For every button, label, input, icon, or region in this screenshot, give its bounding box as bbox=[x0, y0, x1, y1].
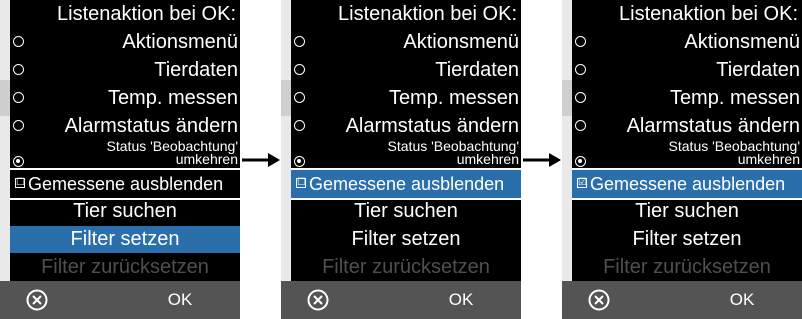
action-tier-suchen[interactable]: Tier suchen bbox=[10, 198, 240, 225]
list-action-menu: Listenaktion bei OK: Aktionsmenü Tierdat… bbox=[291, 0, 521, 281]
option-alarmstatus[interactable]: Alarmstatus ändern bbox=[10, 112, 240, 140]
action-filter-setzen[interactable]: Filter setzen bbox=[291, 226, 521, 253]
device-screen-3: Listenaktion bei OK: Aktionsmenü Tierdat… bbox=[562, 0, 802, 319]
checkbox-icon[interactable]: ☐ bbox=[296, 178, 306, 188]
option-temp-messen[interactable]: Temp. messen bbox=[572, 84, 802, 112]
option-aktionsmenue[interactable]: Aktionsmenü bbox=[10, 28, 240, 56]
option-alarmstatus[interactable]: Alarmstatus ändern bbox=[291, 112, 521, 140]
option-tierdaten[interactable]: Tierdaten bbox=[10, 56, 240, 84]
cancel-circle-icon[interactable] bbox=[307, 289, 329, 311]
action-filter-zuruecksetzen[interactable]: Filter zurücksetzen bbox=[291, 254, 521, 281]
radio-unselected-icon[interactable] bbox=[575, 36, 586, 47]
radio-unselected-icon[interactable] bbox=[294, 64, 305, 75]
option-alarmstatus[interactable]: Alarmstatus ändern bbox=[572, 112, 802, 140]
radio-unselected-icon[interactable] bbox=[13, 36, 24, 47]
status-line-2: umkehren bbox=[737, 151, 800, 167]
checkbox-gemessene-ausblenden[interactable]: ☑ Gemessene ausblenden bbox=[572, 170, 802, 198]
menu-title: Listenaktion bei OK: bbox=[57, 3, 236, 25]
list-action-menu: Listenaktion bei OK: Aktionsmenü Tierdat… bbox=[572, 0, 802, 281]
ok-button[interactable]: OK bbox=[702, 281, 782, 319]
option-temp-messen[interactable]: Temp. messen bbox=[10, 84, 240, 112]
option-aktionsmenue[interactable]: Aktionsmenü bbox=[572, 28, 802, 56]
cancel-circle-icon[interactable] bbox=[26, 289, 48, 311]
option-status-beobachtung[interactable]: Status 'Beobachtung' umkehren bbox=[572, 139, 802, 168]
status-line-2: umkehren bbox=[175, 151, 238, 167]
softkey-bar: OK bbox=[281, 281, 521, 319]
arrow-right-icon bbox=[523, 153, 561, 167]
softkey-bar: OK bbox=[0, 281, 240, 319]
radio-unselected-icon[interactable] bbox=[13, 120, 24, 131]
radio-selected-icon[interactable] bbox=[575, 156, 586, 167]
radio-selected-icon[interactable] bbox=[294, 156, 305, 167]
ok-button[interactable]: OK bbox=[140, 281, 220, 319]
status-line-2: umkehren bbox=[456, 151, 519, 167]
checkbox-checked-icon[interactable]: ☑ bbox=[577, 178, 587, 188]
checkbox-icon[interactable]: ☐ bbox=[15, 178, 25, 188]
action-tier-suchen[interactable]: Tier suchen bbox=[572, 198, 802, 225]
background-strip bbox=[0, 0, 10, 319]
radio-unselected-icon[interactable] bbox=[294, 36, 305, 47]
menu-title: Listenaktion bei OK: bbox=[619, 3, 798, 25]
checkbox-gemessene-ausblenden[interactable]: ☐ Gemessene ausblenden bbox=[10, 170, 240, 198]
option-status-beobachtung[interactable]: Status 'Beobachtung' umkehren bbox=[10, 139, 240, 168]
option-tierdaten[interactable]: Tierdaten bbox=[291, 56, 521, 84]
option-tierdaten[interactable]: Tierdaten bbox=[572, 56, 802, 84]
device-screen-2: Listenaktion bei OK: Aktionsmenü Tierdat… bbox=[281, 0, 521, 319]
action-filter-zuruecksetzen[interactable]: Filter zurücksetzen bbox=[572, 254, 802, 281]
background-strip bbox=[281, 0, 291, 319]
ok-button[interactable]: OK bbox=[421, 281, 501, 319]
radio-unselected-icon[interactable] bbox=[13, 92, 24, 103]
radio-unselected-icon[interactable] bbox=[575, 120, 586, 131]
option-temp-messen[interactable]: Temp. messen bbox=[291, 84, 521, 112]
radio-unselected-icon[interactable] bbox=[575, 92, 586, 103]
radio-unselected-icon[interactable] bbox=[13, 64, 24, 75]
arrow-right-icon bbox=[242, 153, 280, 167]
action-filter-setzen[interactable]: Filter setzen bbox=[10, 226, 240, 253]
device-screen-1: Listenaktion bei OK: Aktionsmenü Tierdat… bbox=[0, 0, 240, 319]
checkbox-gemessene-ausblenden[interactable]: ☐ Gemessene ausblenden bbox=[291, 170, 521, 198]
radio-unselected-icon[interactable] bbox=[575, 64, 586, 75]
option-aktionsmenue[interactable]: Aktionsmenü bbox=[291, 28, 521, 56]
menu-title: Listenaktion bei OK: bbox=[338, 3, 517, 25]
action-filter-setzen[interactable]: Filter setzen bbox=[572, 226, 802, 253]
list-action-menu: Listenaktion bei OK: Aktionsmenü Tierdat… bbox=[10, 0, 240, 281]
background-strip bbox=[562, 0, 572, 319]
radio-unselected-icon[interactable] bbox=[294, 92, 305, 103]
action-filter-zuruecksetzen[interactable]: Filter zurücksetzen bbox=[10, 254, 240, 281]
cancel-circle-icon[interactable] bbox=[588, 289, 610, 311]
softkey-bar: OK bbox=[562, 281, 802, 319]
option-status-beobachtung[interactable]: Status 'Beobachtung' umkehren bbox=[291, 139, 521, 168]
radio-selected-icon[interactable] bbox=[13, 156, 24, 167]
radio-unselected-icon[interactable] bbox=[294, 120, 305, 131]
action-tier-suchen[interactable]: Tier suchen bbox=[291, 198, 521, 225]
